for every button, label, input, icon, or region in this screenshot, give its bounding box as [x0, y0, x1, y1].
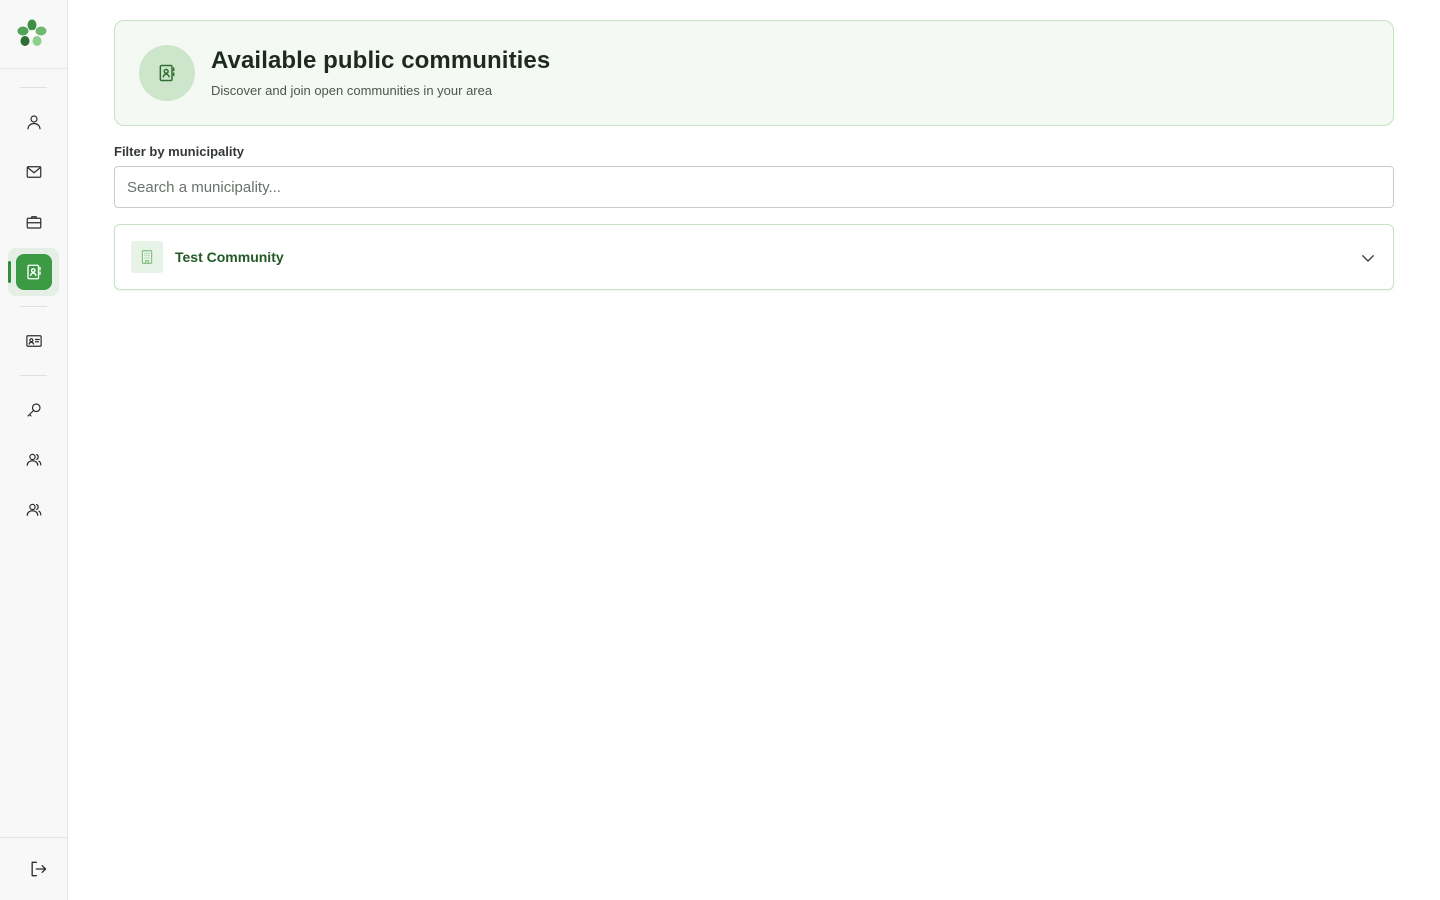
logo-icon[interactable]: [17, 18, 47, 48]
users-icon: [26, 453, 42, 466]
municipality-search-input[interactable]: [114, 166, 1394, 208]
sidebar-divider: [0, 837, 67, 838]
briefcase-icon: [26, 216, 42, 229]
page-title: Available public communities: [211, 47, 551, 74]
nav-separator: [20, 306, 47, 307]
sidebar: [0, 0, 68, 900]
page-subtitle: Discover and join open communities in yo…: [211, 83, 493, 98]
community-name: Test Community: [175, 249, 284, 265]
sidebar-item-members[interactable]: [16, 492, 52, 528]
contact-book-icon: [139, 45, 195, 101]
logout-button[interactable]: [20, 851, 56, 887]
sidebar-item-groups[interactable]: [16, 442, 52, 478]
main-content: Available public communities Discover an…: [114, 20, 1394, 290]
sidebar-item-profile[interactable]: [16, 104, 52, 140]
id-card-icon: [26, 335, 42, 347]
sidebar-item-messages[interactable]: [16, 154, 52, 190]
users-icon: [26, 503, 42, 516]
sidebar-item-identity[interactable]: [16, 323, 52, 359]
logout-icon: [31, 861, 47, 877]
key-icon: [27, 403, 41, 417]
user-icon: [27, 115, 41, 130]
mail-icon: [26, 166, 42, 178]
nav-separator: [20, 375, 47, 376]
chevron-down-icon[interactable]: [1359, 249, 1377, 267]
sidebar-divider: [0, 68, 67, 69]
community-accordion-item[interactable]: Test Community: [114, 224, 1394, 290]
sidebar-item-communities[interactable]: [16, 254, 52, 290]
sidebar-item-work[interactable]: [16, 204, 52, 240]
nav-separator: [20, 87, 47, 88]
filter-label: Filter by municipality: [114, 144, 245, 159]
active-item-indicator: [8, 261, 11, 283]
building-icon: [131, 241, 163, 273]
sidebar-item-keys[interactable]: [16, 392, 52, 428]
page-header: Available public communities Discover an…: [114, 20, 1394, 126]
contact-book-icon: [27, 264, 41, 280]
